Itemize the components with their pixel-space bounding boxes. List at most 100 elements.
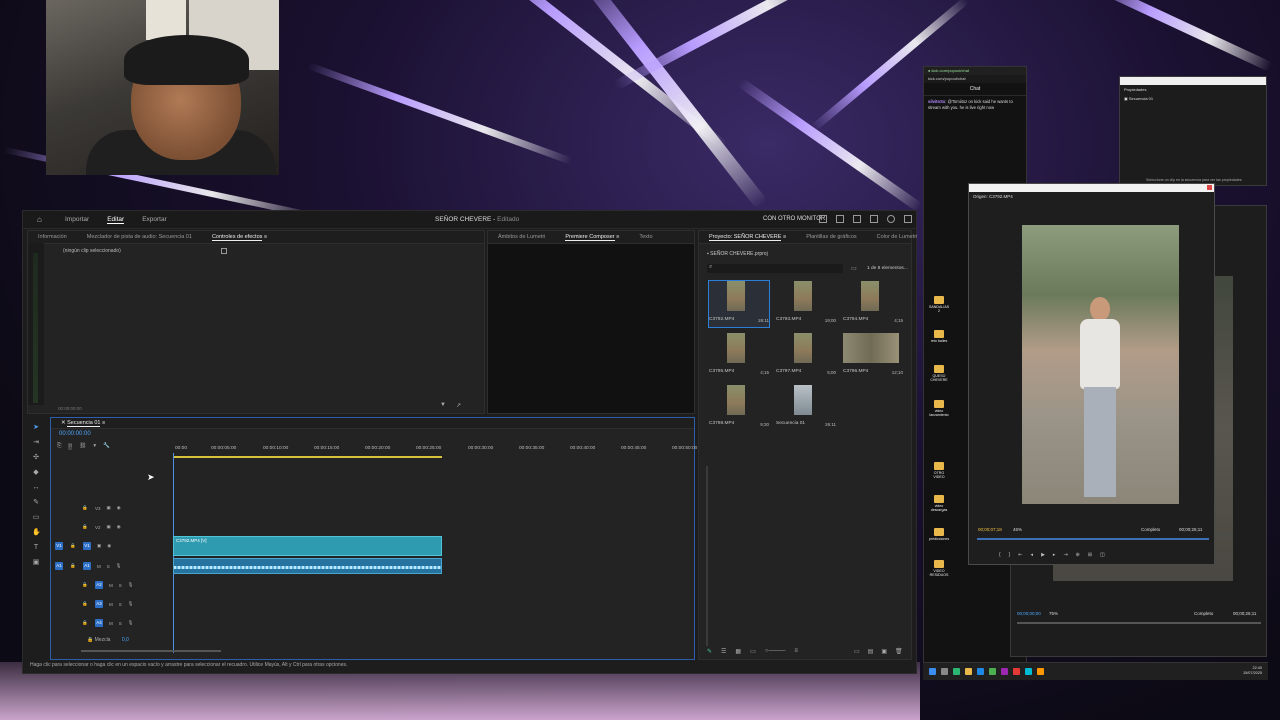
browser-tab[interactable]: ● kick.com/popout/chat bbox=[924, 67, 1026, 75]
mix-value[interactable]: 0,0 bbox=[122, 637, 129, 643]
insert-icon[interactable]: ⊕ bbox=[1076, 552, 1080, 558]
type-tool-icon[interactable]: T bbox=[32, 544, 40, 552]
ripple-edit-icon[interactable]: ✣ bbox=[32, 454, 40, 462]
new-bin-icon[interactable]: ▣ bbox=[881, 648, 887, 655]
source-timecode[interactable]: 00;00;07;18 bbox=[978, 527, 1002, 532]
desktop-icon[interactable]: QUESO CHEVERE bbox=[929, 365, 949, 382]
window-titlebar[interactable] bbox=[969, 184, 1214, 192]
desktop-icon[interactable]: video lanzamiento bbox=[929, 400, 949, 417]
track-lock-icon[interactable]: 🔒 bbox=[81, 600, 89, 608]
tab-informacion[interactable]: Información bbox=[28, 234, 77, 240]
nest-icon[interactable]: ⎘ bbox=[57, 443, 61, 450]
audio-clip[interactable] bbox=[173, 558, 442, 574]
quick-export-icon[interactable] bbox=[853, 215, 861, 223]
chrome-icon[interactable] bbox=[989, 668, 996, 675]
mic-icon[interactable]: 🎙 bbox=[128, 620, 134, 626]
tab-lumetri-scopes[interactable]: Ámbitos de Lumetri bbox=[488, 234, 555, 240]
mute-icon[interactable]: M bbox=[109, 583, 113, 588]
taskbar-app-icon[interactable] bbox=[953, 668, 960, 675]
edge-icon[interactable] bbox=[977, 668, 984, 675]
desktop-icon[interactable]: VIDEO RESIDUOS bbox=[929, 560, 949, 577]
filter-icon[interactable]: ▼ bbox=[440, 402, 446, 408]
slip-tool-icon[interactable]: ↔ bbox=[32, 484, 40, 492]
play-icon[interactable]: ▶ bbox=[1041, 552, 1045, 558]
project-item[interactable]: C3798.MP4 9;30 bbox=[709, 385, 769, 431]
desktop-icon[interactable]: reto bailes bbox=[929, 330, 949, 343]
program-scrubber[interactable] bbox=[1017, 622, 1261, 624]
start-icon[interactable] bbox=[929, 668, 936, 675]
mic-icon[interactable]: 🎙 bbox=[116, 563, 122, 569]
go-to-in-icon[interactable]: ⇤ bbox=[1018, 552, 1022, 558]
tab-graphics-templates[interactable]: Plantillas de gráficos bbox=[796, 234, 866, 240]
project-item[interactable]: C3795.MP4 4;15 bbox=[709, 333, 769, 379]
mic-icon[interactable]: 🎙 bbox=[128, 601, 134, 607]
premiere-icon[interactable] bbox=[1001, 668, 1008, 675]
timeline-vertical-scrollbar[interactable] bbox=[706, 466, 708, 646]
tab-texto[interactable]: Texto bbox=[629, 234, 662, 240]
mute-icon[interactable]: M bbox=[97, 564, 101, 569]
workspaces-icon[interactable] bbox=[819, 215, 827, 223]
track-lock-icon[interactable]: 🔒 bbox=[81, 581, 89, 589]
address-bar[interactable]: kick.com/popout/chat bbox=[924, 75, 1026, 83]
track-lock-icon[interactable]: 🔒 bbox=[81, 504, 89, 512]
tab-effect-controls[interactable]: Controles de efectos ≡ bbox=[202, 234, 277, 241]
mark-out-icon[interactable]: } bbox=[1009, 552, 1011, 558]
program-timecode[interactable]: 00;00;00;00 bbox=[1017, 611, 1041, 616]
source-quality-select[interactable]: Completo bbox=[1141, 527, 1160, 532]
zoom-slider[interactable]: ○──── bbox=[765, 648, 786, 655]
razor-tool-icon[interactable]: ◆ bbox=[32, 469, 40, 477]
desktop-icon[interactable]: OTRO VIDEO bbox=[929, 462, 949, 479]
track-lock-icon[interactable]: 🔒 bbox=[81, 523, 89, 531]
track-label[interactable]: A4 bbox=[95, 619, 103, 627]
source-patch-v1[interactable]: V1 bbox=[55, 542, 63, 550]
track-select-icon[interactable]: ⇥ bbox=[32, 439, 40, 447]
sync-icon[interactable]: ▣ bbox=[97, 543, 101, 549]
desktop-icon[interactable]: SANDALIAS 2 bbox=[929, 296, 949, 313]
project-item[interactable]: C3792.MP4 26:11 bbox=[708, 280, 770, 328]
project-item[interactable]: Secuencia 01 26:11 bbox=[776, 385, 836, 431]
workspace-label[interactable]: CON OTRO MONITOR bbox=[763, 216, 825, 222]
close-icon[interactable] bbox=[1207, 185, 1212, 190]
new-bin-icon[interactable]: ▭ bbox=[851, 265, 857, 272]
project-item[interactable]: C3797.MP4 5;00 bbox=[776, 333, 836, 379]
track-label[interactable]: A1 bbox=[83, 562, 91, 570]
new-item-icon[interactable]: ▤ bbox=[868, 648, 874, 655]
rectangle-tool-icon[interactable]: ▭ bbox=[32, 514, 40, 522]
tab-project[interactable]: Proyecto: SEÑOR CHEVERE ≡ bbox=[699, 234, 796, 241]
mute-icon[interactable]: M bbox=[109, 602, 113, 607]
share-icon[interactable] bbox=[836, 215, 844, 223]
search-icon[interactable] bbox=[887, 215, 895, 223]
caption-tool-icon[interactable]: ▣ bbox=[32, 559, 40, 567]
nav-editar[interactable]: Editar bbox=[107, 216, 125, 224]
mute-icon[interactable]: M bbox=[109, 621, 113, 626]
panel-option-icon[interactable] bbox=[221, 248, 227, 256]
go-to-out-icon[interactable]: ⇥ bbox=[1063, 552, 1067, 558]
snap-icon[interactable]: ∩ bbox=[68, 443, 73, 450]
mark-in-icon[interactable]: { bbox=[999, 552, 1001, 558]
solo-icon[interactable]: S bbox=[119, 602, 122, 607]
mic-icon[interactable]: 🎙 bbox=[128, 582, 134, 588]
obs-icon[interactable] bbox=[1013, 668, 1020, 675]
solo-icon[interactable]: S bbox=[119, 583, 122, 588]
track-label[interactable]: A3 bbox=[95, 600, 103, 608]
project-item[interactable]: C3796.MP4 12;10 bbox=[843, 333, 903, 379]
video-clip[interactable]: C3792.MP4 [V] bbox=[173, 536, 442, 556]
export-icon[interactable]: ↗ bbox=[456, 402, 461, 409]
track-lock-icon[interactable]: 🔒 bbox=[81, 619, 89, 627]
home-icon[interactable]: ⌂ bbox=[37, 215, 47, 224]
eye-icon[interactable]: ◉ bbox=[117, 505, 121, 511]
source-patch-a1[interactable]: A1 bbox=[55, 562, 63, 570]
desktop-icon[interactable]: predicciones bbox=[929, 528, 949, 541]
taskbar-app-icon[interactable] bbox=[1037, 668, 1044, 675]
solo-icon[interactable]: S bbox=[107, 564, 110, 569]
eye-icon[interactable]: ◉ bbox=[107, 543, 111, 549]
taskbar-app-icon[interactable] bbox=[1025, 668, 1032, 675]
chat-username[interactable]: silvitoSx bbox=[928, 99, 945, 104]
sync-icon[interactable]: ▣ bbox=[107, 524, 111, 530]
step-back-icon[interactable]: ◂ bbox=[1031, 552, 1034, 558]
work-area-bar[interactable] bbox=[173, 456, 442, 458]
pencil-icon[interactable]: ✎ bbox=[707, 648, 712, 655]
selection-tool-icon[interactable]: ➤ bbox=[32, 424, 40, 432]
tab-premiere-composer[interactable]: Premiere Composer ≡ bbox=[555, 234, 629, 241]
eye-icon[interactable]: ◉ bbox=[117, 524, 121, 530]
